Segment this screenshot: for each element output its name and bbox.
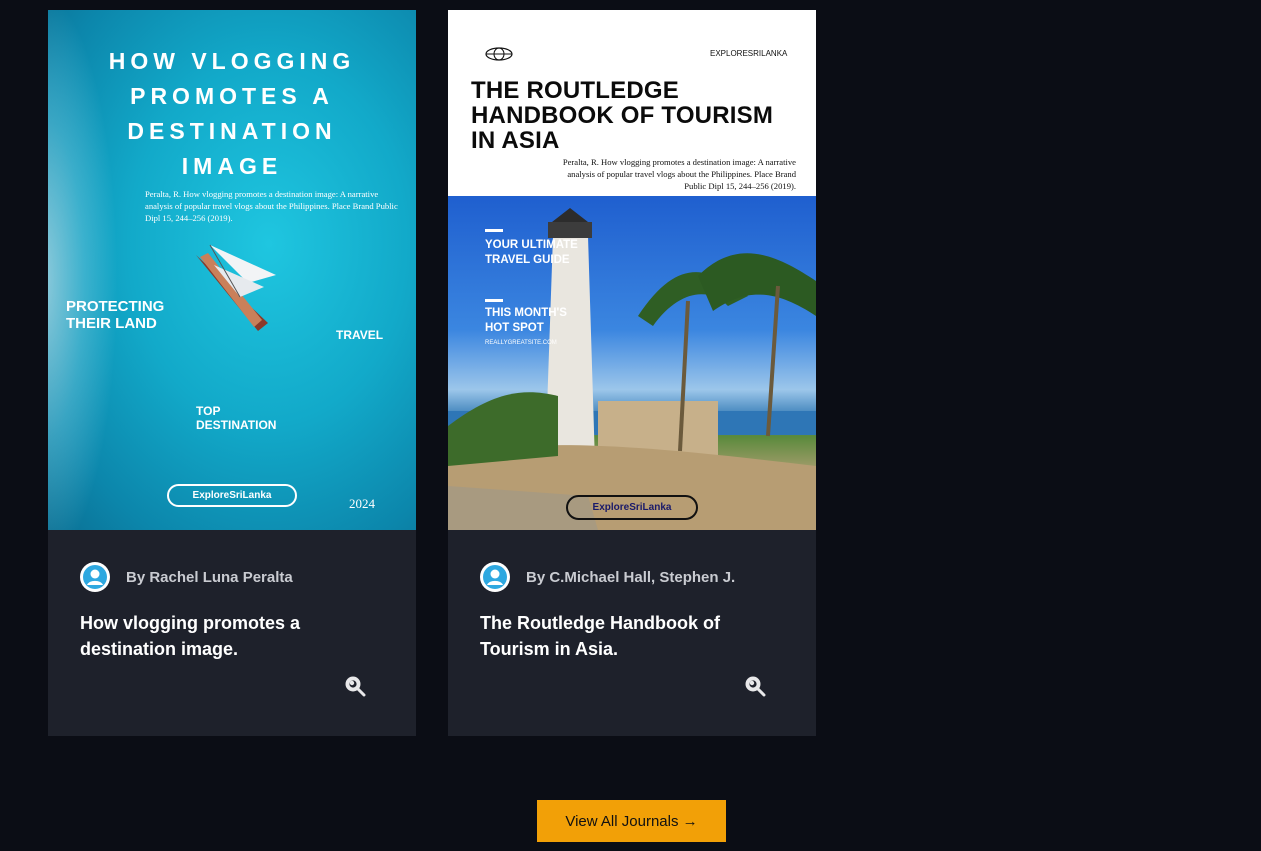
hot-spot-text: THIS MONTH'S HOT SPOT — [485, 307, 567, 334]
lighthouse-photo: YOUR ULTIMATE TRAVEL GUIDE THIS MONTH'S … — [448, 196, 816, 530]
search-zoom-icon[interactable] — [744, 675, 766, 697]
card-title[interactable]: The Routledge Handbook of Tourism in Asi… — [480, 610, 780, 662]
cover-brand: EXPLORESRILANKA — [710, 49, 788, 58]
avatar — [80, 562, 110, 592]
site-url: REALLYGREATSITE.COM — [485, 340, 557, 346]
brand-pill: ExploreSriLanka — [167, 484, 297, 507]
cover-heading: HOW VLOGGING PROMOTES A DESTINATION IMAG… — [108, 48, 356, 179]
cover-year: 2024 — [349, 496, 375, 511]
divider-dash — [485, 229, 503, 232]
tag-top-destination: TOP DESTINATION — [196, 404, 277, 432]
tag-travel: TRAVEL — [336, 328, 384, 342]
journal-card-1[interactable]: HOW VLOGGING PROMOTES A DESTINATION IMAG… — [48, 10, 416, 736]
globe-logo-icon — [485, 47, 513, 61]
cover-header-panel: EXPLORESRILANKA THE ROUTLEDGE HANDBOOK O… — [448, 10, 816, 196]
divider-dash — [485, 299, 503, 302]
sailboat-illustration — [196, 244, 276, 331]
travel-guide-text: YOUR ULTIMATE TRAVEL GUIDE — [485, 239, 578, 266]
cover-citation: Peralta, R. How vlogging promotes a dest… — [145, 189, 398, 223]
user-icon — [83, 565, 107, 589]
card-title[interactable]: How vlogging promotes a destination imag… — [80, 610, 380, 662]
card-author: By C.Michael Hall, Stephen J. — [526, 568, 736, 586]
cover-heading: THE ROUTLEDGE HANDBOOK OF TOURISM IN ASI… — [471, 77, 774, 154]
tag-protecting: PROTECTING THEIR LAND — [66, 298, 165, 332]
brand-pill: ExploreSriLanka — [566, 495, 698, 520]
journal-cover-image[interactable]: HOW VLOGGING PROMOTES A DESTINATION IMAG… — [48, 10, 416, 530]
card-author: By Rachel Luna Peralta — [126, 568, 293, 586]
journal-cover-image[interactable]: EXPLORESRILANKA THE ROUTLEDGE HANDBOOK O… — [448, 10, 816, 530]
user-icon — [483, 565, 507, 589]
cover-citation: Peralta, R. How vlogging promotes a dest… — [562, 157, 796, 191]
view-all-journals-button[interactable]: View All Journals → — [537, 800, 726, 842]
journal-card-2[interactable]: EXPLORESRILANKA THE ROUTLEDGE HANDBOOK O… — [448, 10, 816, 736]
avatar — [480, 562, 510, 592]
search-zoom-icon[interactable] — [344, 675, 366, 697]
